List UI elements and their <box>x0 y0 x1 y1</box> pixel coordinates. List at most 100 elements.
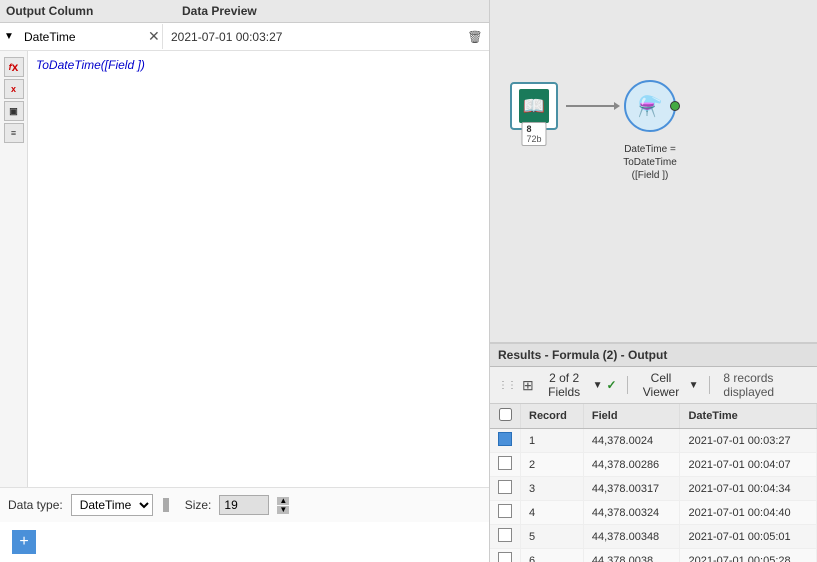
cell-field: 44,378.0024 <box>583 429 680 453</box>
cell-viewer-arrow: ▼ <box>689 380 699 391</box>
results-title: Results - Formula (2) - Output <box>498 348 667 362</box>
cell-field: 44,378.00348 <box>583 525 680 549</box>
col-selector-header <box>490 404 521 429</box>
fields-button[interactable]: 2 of 2 Fields ▼ ✓ <box>540 371 617 399</box>
cell-record: 1 <box>521 429 584 453</box>
row-selector-cell <box>490 429 521 453</box>
cell-record: 3 <box>521 477 584 501</box>
delete-row-button[interactable]: ✕ <box>148 28 160 45</box>
table-row: 244,378.002862021-07-01 00:04:07 <box>490 453 817 477</box>
connector-arrow <box>614 102 620 110</box>
row-expand-toggle[interactable]: ▼ <box>0 31 18 42</box>
x-icon[interactable]: x <box>4 79 24 99</box>
size-up-button[interactable]: ▲ <box>277 497 289 505</box>
left-panel: Output Column Data Preview ▼ ✕ 2021-07-0… <box>0 0 490 562</box>
row-selector-cell <box>490 477 521 501</box>
formula-row: ▼ ✕ 2021-07-01 00:03:27 🗑 <box>0 23 489 51</box>
cell-record: 6 <box>521 549 584 562</box>
book-icon: 📖 <box>519 89 549 123</box>
size-down-button[interactable]: ▼ <box>277 506 289 514</box>
cell-datetime: 2021-07-01 00:05:28 <box>680 549 817 562</box>
row-checkbox-selected[interactable] <box>498 432 512 446</box>
row-checkbox[interactable] <box>498 504 512 518</box>
row-checkbox[interactable] <box>498 456 512 470</box>
size-label: Size: <box>185 498 212 512</box>
formula-main-area: ToDateTime([Field ]) <box>28 51 489 487</box>
row-selector-cell <box>490 525 521 549</box>
output-column-label: Output Column <box>6 4 176 18</box>
formula-header: Output Column Data Preview <box>0 0 489 23</box>
book-node[interactable]: 📖 8 72b <box>510 82 558 130</box>
row-selector-cell <box>490 549 521 562</box>
trash-icon[interactable]: 🗑 <box>461 30 489 44</box>
side-icons-panel: fx x ▣ ≡ <box>0 51 28 487</box>
datatype-select[interactable]: DateTime <box>71 494 153 516</box>
connector-line <box>566 105 616 107</box>
table-row: 444,378.003242021-07-01 00:04:40 <box>490 501 817 525</box>
list-icon[interactable]: ≡ <box>4 123 24 143</box>
results-toolbar: ⋮⋮ ⊞ 2 of 2 Fields ▼ ✓ Cell Viewer ▼ 8 r… <box>490 367 817 404</box>
cell-field: 44,378.00317 <box>583 477 680 501</box>
row-checkbox[interactable] <box>498 552 512 562</box>
cell-datetime: 2021-07-01 00:04:07 <box>680 453 817 477</box>
preview-value: 2021-07-01 00:03:27 <box>163 26 461 48</box>
formula-editor-container: fx x ▣ ≡ ToDateTime([Field ]) <box>0 51 489 487</box>
table-row: 344,378.003172021-07-01 00:04:34 <box>490 477 817 501</box>
node-label: DateTime = ToDateTime ([Field ]) <box>623 143 677 182</box>
node-stats: 8 72b <box>521 122 546 146</box>
column-name-input[interactable] <box>24 30 144 44</box>
col-header-datetime: DateTime <box>680 404 817 429</box>
cell-datetime: 2021-07-01 00:04:40 <box>680 501 817 525</box>
results-header: Results - Formula (2) - Output <box>490 344 817 367</box>
col-header-record: Record <box>521 404 584 429</box>
cell-datetime: 2021-07-01 00:05:01 <box>680 525 817 549</box>
cell-field: 44,378.00286 <box>583 453 680 477</box>
size-spinners: ▲ ▼ <box>277 497 289 514</box>
grid-icon: ⊞ <box>522 377 534 394</box>
drag-handle: ⋮⋮ <box>498 380 516 391</box>
formula-editor[interactable]: ToDateTime([Field ]) <box>28 51 489 275</box>
row-selector-cell <box>490 501 521 525</box>
results-table: Record Field DateTime 144,378.00242021-0… <box>490 404 817 562</box>
cell-field: 44,378.00324 <box>583 501 680 525</box>
cell-datetime: 2021-07-01 00:03:27 <box>680 429 817 453</box>
canvas-area: 📖 8 72b ⚗️ DateTime = ToDateTime ([Field… <box>490 0 817 342</box>
data-preview-label: Data Preview <box>182 4 257 18</box>
formula-bottom-bar: Data type: DateTime Size: ▲ ▼ <box>0 487 489 522</box>
cell-viewer-button[interactable]: Cell Viewer ▼ <box>637 371 698 399</box>
cell-datetime: 2021-07-01 00:04:34 <box>680 477 817 501</box>
records-info: 8 records displayed <box>723 371 809 399</box>
connector <box>566 105 616 107</box>
cell-record: 5 <box>521 525 584 549</box>
col-header-field: Field <box>583 404 680 429</box>
select-all-checkbox[interactable] <box>499 408 512 421</box>
box-icon[interactable]: ▣ <box>4 101 24 121</box>
table-row: 644,378.00382021-07-01 00:05:28 <box>490 549 817 562</box>
node-container: 📖 8 72b ⚗️ DateTime = ToDateTime ([Field… <box>510 80 676 132</box>
output-dot <box>670 101 680 111</box>
row-checkbox[interactable] <box>498 528 512 542</box>
results-panel: Results - Formula (2) - Output ⋮⋮ ⊞ 2 of… <box>490 342 817 562</box>
toolbar-separator-1 <box>627 376 628 394</box>
add-button-container: + <box>0 522 489 562</box>
table-row: 544,378.003482021-07-01 00:05:01 <box>490 525 817 549</box>
fx-icon[interactable]: fx <box>4 57 24 77</box>
datatype-label: Data type: <box>8 498 63 512</box>
table-header-row: Record Field DateTime <box>490 404 817 429</box>
cell-record: 2 <box>521 453 584 477</box>
row-checkbox[interactable] <box>498 480 512 494</box>
cell-viewer-label: Cell Viewer <box>637 371 684 399</box>
formula-node[interactable]: ⚗️ DateTime = ToDateTime ([Field ]) <box>624 80 676 132</box>
formula-node-icon: ⚗️ <box>638 94 663 119</box>
results-table-container: Record Field DateTime 144,378.00242021-0… <box>490 404 817 562</box>
fields-label: 2 of 2 Fields <box>540 371 589 399</box>
cell-record: 4 <box>521 501 584 525</box>
cell-field: 44,378.0038 <box>583 549 680 562</box>
size-input[interactable] <box>219 495 269 515</box>
formula-spacer <box>28 275 489 487</box>
fields-dropdown-arrow: ▼ <box>593 380 603 391</box>
add-formula-button[interactable]: + <box>12 530 36 554</box>
toolbar-separator-2 <box>709 376 710 394</box>
check-icon: ✓ <box>606 378 616 392</box>
right-panel: 📖 8 72b ⚗️ DateTime = ToDateTime ([Field… <box>490 0 817 562</box>
